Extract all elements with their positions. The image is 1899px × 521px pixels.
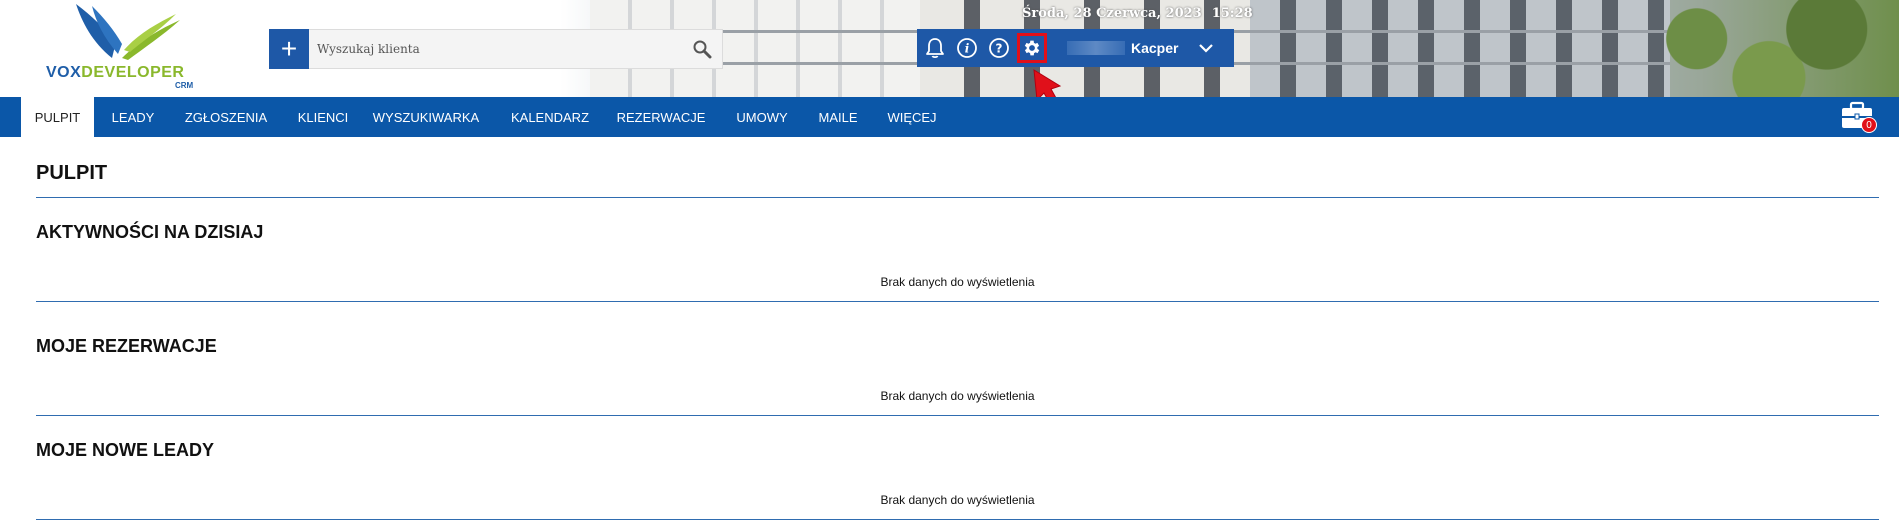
user-toolbar: i ? Kacper [917,29,1234,67]
divider [36,415,1879,416]
add-client-button[interactable]: + [269,28,309,69]
logo-wings-icon [76,4,180,60]
background-building [1250,0,1670,97]
svg-text:?: ? [996,42,1003,56]
main-navigation: PULPIT LEADY ZGŁOSZENIA KLIENCI WYSZUKIW… [0,97,1899,137]
cart-count-badge: 0 [1861,117,1877,133]
page-title: PULPIT [36,162,108,184]
nav-item-maile[interactable]: MAILE [812,97,864,137]
nav-item-kalendarz[interactable]: KALENDARZ [504,97,596,137]
current-date: Środa, 28 Czerwca, 2023 [1022,6,1202,21]
nav-item-wiecej[interactable]: WIĘCEJ [882,97,942,137]
divider [36,301,1879,302]
chevron-down-icon [1199,44,1214,53]
logo-subtitle: CRM [175,81,194,90]
bell-icon [926,38,944,59]
user-avatar-blurred [1067,41,1125,55]
client-search-bar: + [269,28,723,69]
gear-icon [1024,40,1040,56]
app-logo[interactable]: VOXDEVELOPER CRM [40,2,210,90]
nav-item-klienci[interactable]: KLIENCI [290,97,356,137]
notifications-button[interactable] [919,29,951,67]
section-empty-reservations: Brak danych do wyświetlenia [880,389,1035,403]
nav-item-pulpit[interactable]: PULPIT [21,97,94,137]
plus-icon: + [280,32,298,64]
logo-text: VOXDEVELOPER [46,64,185,81]
nav-item-rezerwacje[interactable]: REZERWACJE [614,97,708,137]
info-button[interactable]: i [951,29,983,67]
search-button[interactable] [682,30,722,68]
section-title-new-leads: MOJE NOWE LEADY [36,440,215,460]
client-search-input[interactable] [309,30,682,68]
divider [36,197,1879,198]
help-icon: ? [989,38,1009,58]
search-icon [693,40,712,59]
nav-item-wyszukiwarka[interactable]: WYSZUKIWARKA [372,97,480,137]
nav-item-umowy[interactable]: UMOWY [728,97,796,137]
arrow-pointer-icon [1033,69,1062,97]
section-empty-new-leads: Brak danych do wyświetlenia [880,493,1035,507]
user-name[interactable]: Kacper [1131,40,1178,56]
section-title-reservations: MOJE REZERWACJE [36,336,217,356]
divider [36,519,1879,520]
section-empty-activities: Brak danych do wyświetlenia [880,275,1035,289]
current-datetime: Środa, 28 Czerwca, 2023 15:28 [1022,6,1253,21]
nav-item-zgloszenia[interactable]: ZGŁOSZENIA [180,97,272,137]
app-header: VOXDEVELOPER CRM + Środa, 28 Czerwca, 20… [0,0,1899,97]
help-button[interactable]: ? [983,29,1015,67]
current-time: 15:28 [1211,6,1253,21]
section-title-activities: AKTYWNOŚCI NA DZISIAJ [36,222,264,242]
info-icon: i [957,38,977,58]
user-menu-toggle[interactable] [1198,43,1214,53]
settings-button[interactable] [1017,33,1047,63]
background-trees [1610,0,1899,97]
nav-item-leady[interactable]: LEADY [104,97,162,137]
cart-button[interactable]: 0 [1840,101,1880,135]
svg-text:i: i [965,42,970,56]
